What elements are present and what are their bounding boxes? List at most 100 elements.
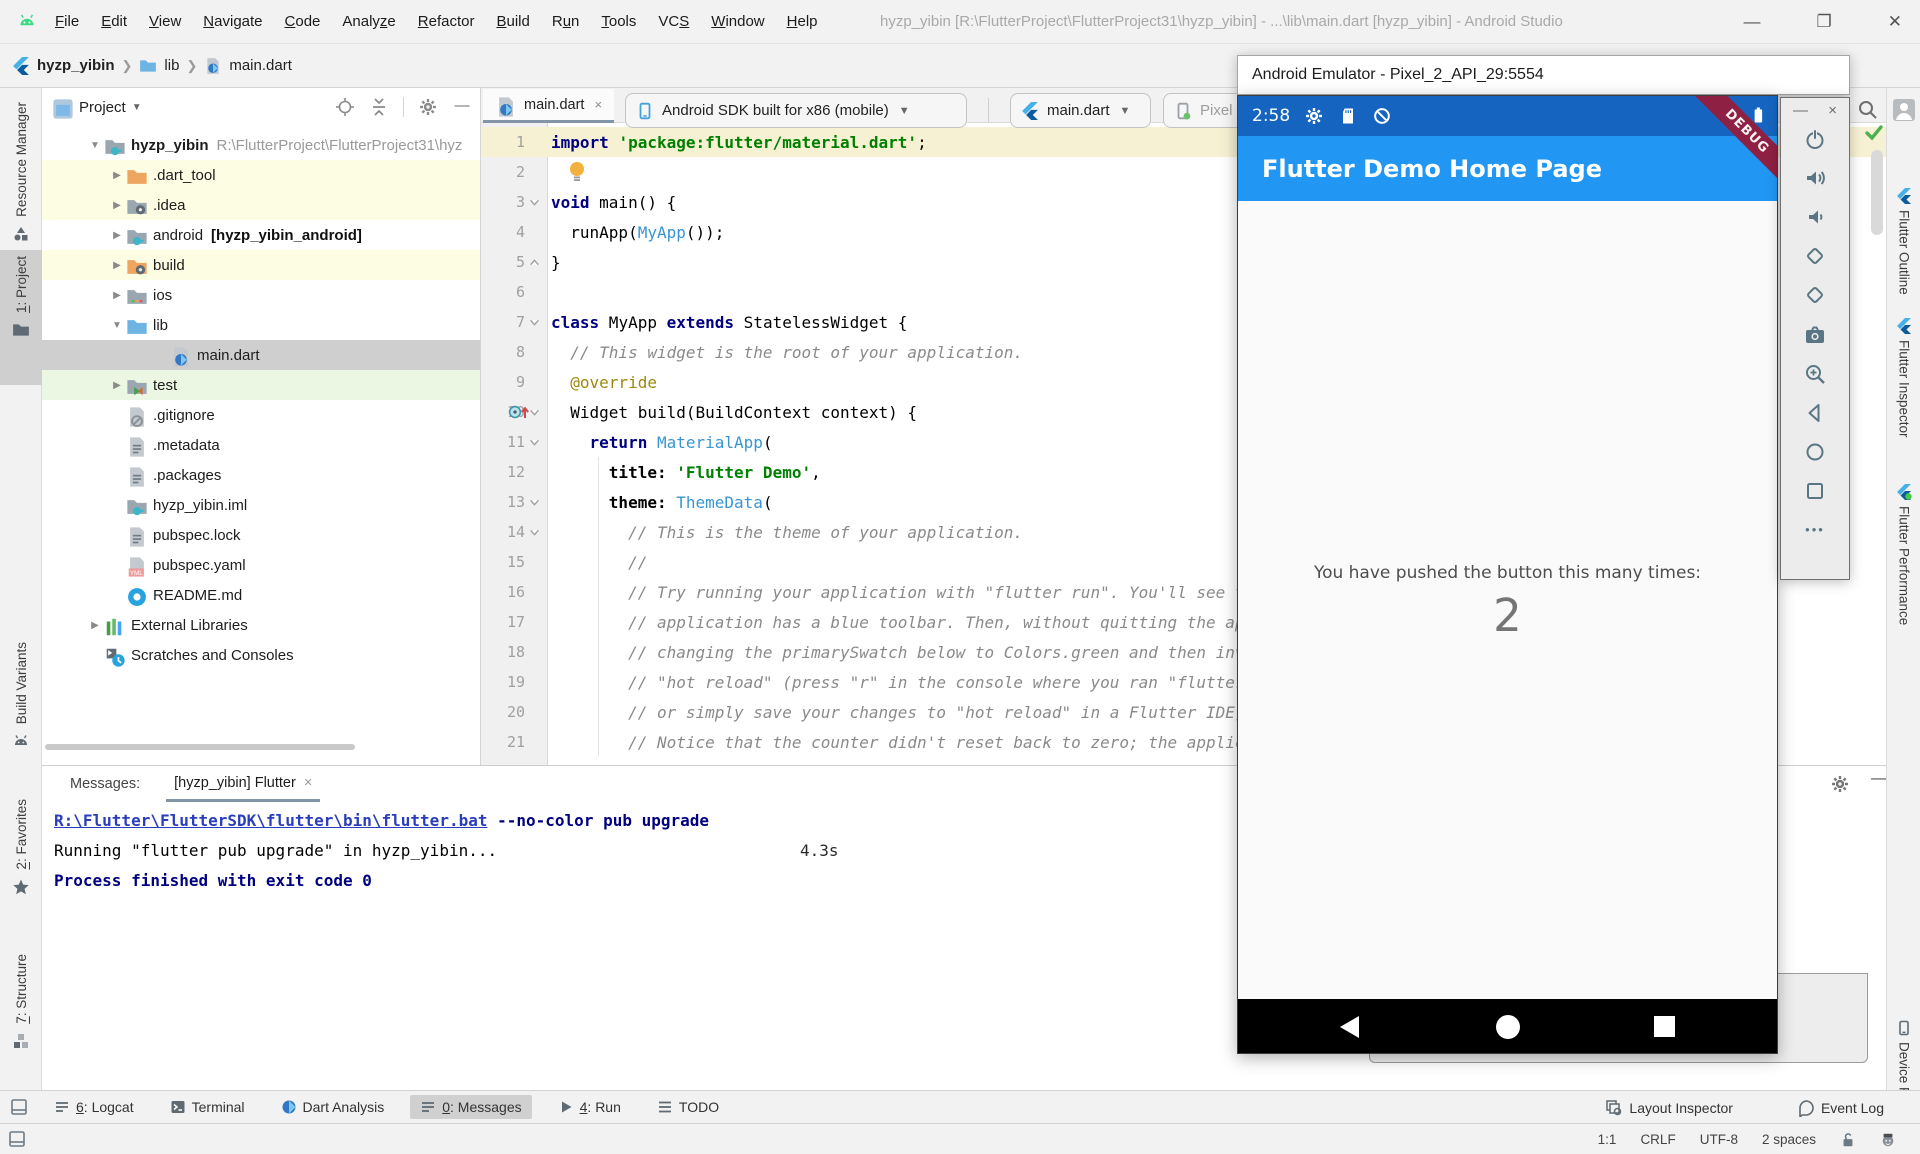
sidebar-item--structure[interactable]: 7: Structure xyxy=(0,948,42,1073)
breadcrumb-item[interactable]: hyzp_yibin xyxy=(37,57,115,74)
horizontal-scrollbar[interactable] xyxy=(45,744,355,750)
intention-bulb-icon[interactable] xyxy=(567,160,587,184)
menu-window[interactable]: Window xyxy=(700,13,775,30)
tree-item--packages[interactable]: .packages xyxy=(42,460,481,490)
tool-window-switcher-icon[interactable] xyxy=(10,1098,28,1116)
breadcrumb-item[interactable]: lib xyxy=(164,57,179,74)
maximize-icon[interactable]: ❐ xyxy=(1817,12,1832,32)
sidebar-item-flutter-performance[interactable]: Flutter Performance xyxy=(1887,484,1920,625)
run-config-selector[interactable]: main.dart▼ xyxy=(1010,93,1151,128)
tree-item-lib[interactable]: ▼lib xyxy=(42,310,481,340)
tree-arrow-icon[interactable]: ▼ xyxy=(86,140,104,151)
toolwindow-todo[interactable]: TODO xyxy=(647,1095,729,1119)
emulator-minimize-icon[interactable]: — xyxy=(1793,102,1808,119)
toolwindow-0-messages[interactable]: 0: Messages xyxy=(410,1095,531,1119)
editor-scrollbar[interactable] xyxy=(1871,150,1883,235)
fold-marker-icon[interactable] xyxy=(531,247,541,277)
tree-arrow-icon[interactable]: ▶ xyxy=(108,380,126,391)
tree-arrow-icon[interactable]: ▶ xyxy=(86,620,104,631)
sidebar-item-flutter-outline[interactable]: Flutter Outline xyxy=(1887,188,1920,295)
tree-item--idea[interactable]: ▶.idea xyxy=(42,190,481,220)
status-item[interactable]: UTF-8 xyxy=(1700,1132,1738,1147)
back-icon[interactable] xyxy=(1803,401,1827,425)
tree-item-scratches-and-consoles[interactable]: Scratches and Consoles xyxy=(42,640,481,670)
gear-icon[interactable] xyxy=(1830,774,1850,794)
tree-item--metadata[interactable]: .metadata xyxy=(42,430,481,460)
avatar[interactable] xyxy=(1892,98,1916,122)
tree-arrow-icon[interactable]: ▼ xyxy=(108,320,126,331)
messages-flutter-tab[interactable]: [hyzp_yibin] Flutter × xyxy=(166,766,320,802)
tree-item-ios[interactable]: ▶ios xyxy=(42,280,481,310)
overview-icon[interactable] xyxy=(1803,479,1827,503)
menu-build[interactable]: Build xyxy=(485,13,540,30)
tree-item-hyzp-yibin-iml[interactable]: hyzp_yibin.iml xyxy=(42,490,481,520)
volume-up-icon[interactable] xyxy=(1803,166,1827,190)
rotate-left-icon[interactable] xyxy=(1803,244,1827,268)
menu-view[interactable]: View xyxy=(138,13,192,30)
toolwindow-event-log[interactable]: Event Log xyxy=(1787,1095,1894,1121)
sidebar-item-build-variants[interactable]: Build Variants xyxy=(0,636,42,791)
notifications-icon[interactable] xyxy=(1880,1132,1896,1148)
menu-code[interactable]: Code xyxy=(274,13,332,30)
breadcrumb-item[interactable]: main.dart xyxy=(229,57,292,74)
toolwindow-terminal[interactable]: Terminal xyxy=(160,1095,255,1119)
toolwindow-4-run[interactable]: 4: Run xyxy=(548,1095,631,1119)
close-tab-icon[interactable]: × xyxy=(594,97,602,112)
tree-item-android[interactable]: ▶android[hyzp_yibin_android] xyxy=(42,220,481,250)
close-tab-icon[interactable]: × xyxy=(304,775,312,791)
fold-marker-icon[interactable] xyxy=(531,307,541,337)
menu-run[interactable]: Run xyxy=(541,13,591,30)
inspections-ok-icon[interactable] xyxy=(1864,122,1884,142)
tree-arrow-icon[interactable]: ▶ xyxy=(108,230,126,241)
menu-navigate[interactable]: Navigate xyxy=(192,13,273,30)
menu-file[interactable]: File xyxy=(44,13,90,30)
console-file-link[interactable]: R:\Flutter\FlutterSDK\flutter\bin\flutte… xyxy=(54,811,487,830)
panel-toggle-icon[interactable] xyxy=(8,1130,26,1148)
toolwindow-dart-analysis[interactable]: Dart Analysis xyxy=(271,1095,395,1119)
tree-item--gitignore[interactable]: .gitignore xyxy=(42,400,481,430)
rotate-right-icon[interactable] xyxy=(1803,283,1827,307)
minimize-icon[interactable]: — xyxy=(1744,12,1761,32)
locate-file-icon[interactable] xyxy=(335,97,355,117)
fold-marker-icon[interactable] xyxy=(531,397,541,427)
toolwindow-6-logcat[interactable]: 6: Logcat xyxy=(44,1095,144,1119)
menu-help[interactable]: Help xyxy=(776,13,829,30)
tree-arrow-icon[interactable]: ▶ xyxy=(108,170,126,181)
zoom-icon[interactable] xyxy=(1803,362,1827,386)
search-icon[interactable] xyxy=(1856,98,1880,122)
status-item[interactable]: CRLF xyxy=(1640,1132,1675,1147)
emulator-window-titlebar[interactable]: Android Emulator - Pixel_2_API_29:5554 xyxy=(1237,55,1850,95)
sidebar-item--favorites[interactable]: 2: Favorites xyxy=(0,793,42,925)
status-item[interactable]: 2 spaces xyxy=(1762,1132,1816,1147)
tree-arrow-icon[interactable]: ▶ xyxy=(108,290,126,301)
tree-item-pubspec-lock[interactable]: pubspec.lock xyxy=(42,520,481,550)
collapse-all-icon[interactable] xyxy=(369,97,389,117)
project-panel-title[interactable]: Project xyxy=(79,99,126,116)
nav-back-icon[interactable] xyxy=(1340,1016,1359,1038)
device-selector[interactable]: Android SDK built for x86 (mobile)▼ xyxy=(625,93,967,128)
menu-refactor[interactable]: Refactor xyxy=(407,13,486,30)
tab-main-dart[interactable]: main.dart × xyxy=(483,89,614,123)
tree-item-pubspec-yaml[interactable]: YMLpubspec.yaml xyxy=(42,550,481,580)
fold-marker-icon[interactable] xyxy=(531,517,541,547)
tree-arrow-icon[interactable]: ▶ xyxy=(108,260,126,271)
tree-arrow-icon[interactable]: ▶ xyxy=(108,200,126,211)
sidebar-item-flutter-inspector[interactable]: Flutter Inspector xyxy=(1887,318,1920,438)
menu-edit[interactable]: Edit xyxy=(90,13,138,30)
tree-item-test[interactable]: ▶test xyxy=(42,370,481,400)
more-icon[interactable]: ••• xyxy=(1803,518,1827,542)
menu-analyze[interactable]: Analyze xyxy=(331,13,406,30)
tree-item-readme-md[interactable]: README.md xyxy=(42,580,481,610)
volume-down-icon[interactable] xyxy=(1803,205,1827,229)
hide-panel-icon[interactable]: — xyxy=(452,97,472,117)
home-icon[interactable] xyxy=(1803,440,1827,464)
fold-marker-icon[interactable] xyxy=(531,187,541,217)
fold-marker-icon[interactable] xyxy=(531,487,541,517)
tree-item-hyzp-yibin[interactable]: ▼hyzp_yibinR:\FlutterProject\FlutterProj… xyxy=(42,130,481,160)
power-icon[interactable] xyxy=(1803,127,1827,151)
unlock-icon[interactable] xyxy=(1840,1132,1856,1148)
emulator-close-icon[interactable]: × xyxy=(1828,102,1837,119)
sidebar-item--project[interactable]: 1: Project xyxy=(0,250,42,385)
menu-tools[interactable]: Tools xyxy=(590,13,647,30)
nav-overview-icon[interactable] xyxy=(1654,1016,1675,1037)
